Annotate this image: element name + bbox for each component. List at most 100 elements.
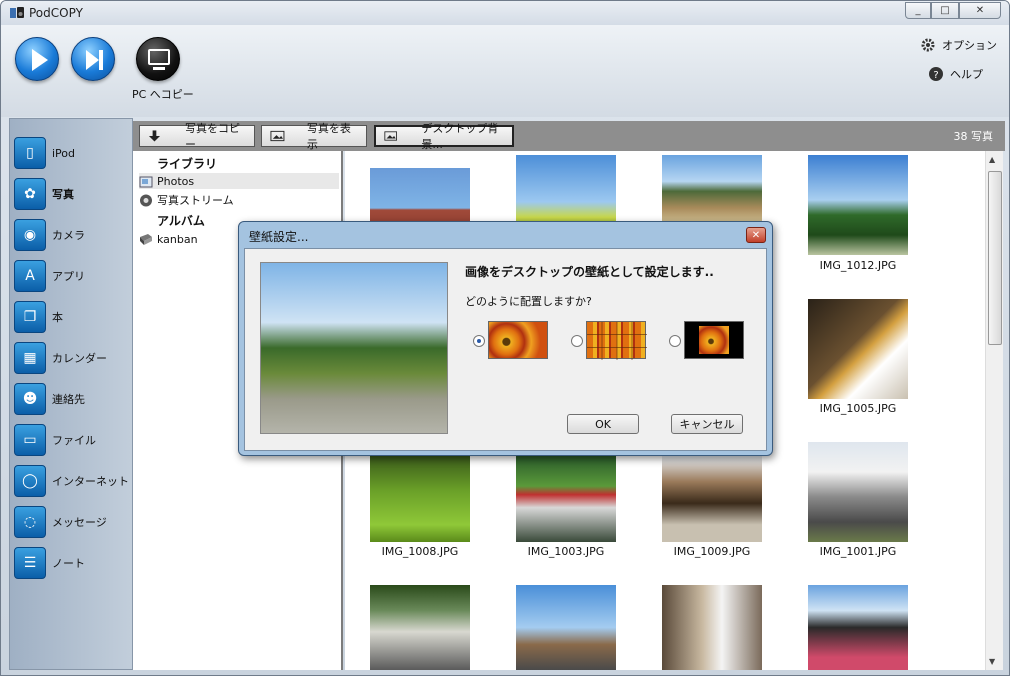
- center-flower-thumb: [699, 326, 729, 354]
- photo-caption: IMG_1003.JPG: [527, 545, 605, 558]
- sidebar-item-apps[interactable]: A アプリ: [14, 258, 85, 294]
- tree-item-photo-stream[interactable]: 写真ストリーム: [139, 192, 234, 208]
- pc-copy-button[interactable]: [136, 37, 180, 81]
- picture-icon: [270, 130, 285, 142]
- sidebar-item-calendar[interactable]: ▦ カレンダー: [14, 340, 107, 376]
- photo-caption: IMG_1009.JPG: [673, 545, 751, 558]
- book-icon: ❐: [14, 301, 46, 333]
- options-button[interactable]: オプション: [920, 37, 997, 53]
- ipod-icon: ▯: [14, 137, 46, 169]
- notes-icon: ☰: [14, 547, 46, 579]
- scroll-thumb[interactable]: [988, 171, 1002, 345]
- tile-option-radio[interactable]: [571, 335, 583, 347]
- photo-thumbnail[interactable]: [662, 585, 762, 670]
- cancel-button[interactable]: キャンセル: [671, 414, 743, 434]
- help-button[interactable]: ? ヘルプ: [928, 66, 983, 82]
- app-title: PodCOPY: [29, 6, 83, 20]
- tree-item-photos[interactable]: Photos: [139, 173, 339, 189]
- help-label: ヘルプ: [950, 68, 983, 81]
- sidebar: ▯ iPod ✿ 写真 ◉ カメラ A アプリ ❐ 本 ▦ カレンダー ☻ 連絡先 ▭ ファイル…: [9, 118, 133, 670]
- sidebar-item-internet[interactable]: ◯ インターネット: [14, 463, 129, 499]
- pc-copy-label: PC へコピー: [132, 88, 194, 101]
- dialog-close-button[interactable]: ✕: [746, 227, 766, 243]
- gear-icon: [921, 38, 935, 52]
- sidebar-item-label: iPod: [52, 146, 76, 160]
- sidebar-item-label: ノート: [52, 557, 85, 570]
- title-bar[interactable]: PodCOPY _ □ ✕: [1, 1, 1009, 25]
- maximize-button[interactable]: □: [931, 2, 959, 19]
- sidebar-item-label: アプリ: [52, 270, 85, 283]
- photo-thumbnail[interactable]: [808, 299, 908, 399]
- app-logo-icon: [10, 7, 24, 18]
- sidebar-item-contacts[interactable]: ☻ 連絡先: [14, 381, 85, 417]
- app-window: PodCOPY _ □ ✕ PC へコピー オプション ? ヘルプ ▯ iPod …: [0, 0, 1010, 676]
- dialog-message: 画像をデスクトップの壁紙として設定します..: [465, 265, 714, 279]
- sidebar-item-camera[interactable]: ◉ カメラ: [14, 217, 85, 253]
- ok-button[interactable]: OK: [567, 414, 639, 434]
- wallpaper-dialog: 壁紙設定... ✕ 画像をデスクトップの壁紙として設定します.. どのように配置…: [238, 221, 773, 456]
- sidebar-item-label: ファイル: [52, 434, 96, 447]
- calendar-icon: ▦: [14, 342, 46, 374]
- stretch-layout-icon[interactable]: [488, 321, 548, 359]
- photo-thumbnail[interactable]: [662, 456, 762, 542]
- arrow-down-icon: [148, 130, 161, 142]
- photo-thumbnail[interactable]: [370, 456, 470, 542]
- folder-icon: ▭: [14, 424, 46, 456]
- copy-photos-button[interactable]: 写真をコピー: [139, 122, 255, 151]
- photo-thumbnail[interactable]: [808, 155, 908, 255]
- photo-count: 38 写真: [953, 130, 994, 143]
- sidebar-item-label: 本: [52, 311, 63, 324]
- camera-icon: ◉: [14, 219, 46, 251]
- skip-next-icon: [86, 50, 103, 70]
- play-button[interactable]: [15, 37, 59, 81]
- sidebar-item-label: 連絡先: [52, 393, 85, 406]
- desktop-background-label: デスクトップ背景...: [421, 122, 499, 151]
- sidebar-item-label: カレンダー: [52, 352, 107, 365]
- tile-pattern-icon: [587, 322, 647, 360]
- copy-photos-label: 写真をコピー: [184, 122, 240, 151]
- action-bar: 写真をコピー 写真を表示 デスクトップ背景... 38 写真: [133, 121, 1005, 151]
- speech-bubble-icon: ◌: [14, 506, 46, 538]
- album-heading: アルバム: [157, 214, 205, 228]
- tree-item-label: kanban: [157, 232, 198, 246]
- photo-thumbnail[interactable]: [516, 585, 616, 670]
- dialog-title: 壁紙設定...: [249, 230, 309, 244]
- wallpaper-preview-image: [260, 262, 448, 434]
- picture-icon: [384, 131, 398, 141]
- dialog-question: どのように配置しますか?: [465, 295, 592, 308]
- close-button[interactable]: ✕: [959, 2, 1001, 19]
- tree-item-label: Photos: [157, 174, 195, 188]
- sidebar-item-files[interactable]: ▭ ファイル: [14, 422, 96, 458]
- scroll-up-arrow-icon[interactable]: ▲: [989, 155, 995, 164]
- desktop-background-button[interactable]: デスクトップ背景...: [374, 122, 514, 151]
- scroll-down-arrow-icon[interactable]: ▼: [989, 657, 995, 666]
- photo-thumbnail[interactable]: [516, 456, 616, 542]
- sidebar-item-label: インターネット: [52, 475, 129, 488]
- photo-thumbnail[interactable]: [808, 442, 908, 542]
- globe-icon: ◯: [14, 465, 46, 497]
- photo-thumbnail[interactable]: [662, 155, 762, 221]
- center-option-radio[interactable]: [669, 335, 681, 347]
- center-layout-icon[interactable]: [684, 321, 744, 359]
- svg-text:?: ?: [933, 70, 938, 81]
- next-button[interactable]: [71, 37, 115, 81]
- photo-thumbnail[interactable]: [370, 585, 470, 670]
- tree-item-kanban[interactable]: kanban: [139, 231, 198, 247]
- sidebar-item-notes[interactable]: ☰ ノート: [14, 545, 85, 581]
- photo-caption: IMG_1012.JPG: [819, 259, 897, 272]
- vertical-scrollbar[interactable]: ▲ ▼: [985, 151, 1003, 670]
- photo-thumbnail[interactable]: [808, 585, 908, 670]
- play-icon: [32, 49, 48, 71]
- contacts-icon: ☻: [14, 383, 46, 415]
- options-label: オプション: [942, 39, 997, 52]
- sidebar-item-photos[interactable]: ✿ 写真: [14, 176, 74, 212]
- show-photos-button[interactable]: 写真を表示: [261, 122, 367, 151]
- minimize-button[interactable]: _: [905, 2, 931, 19]
- sidebar-item-label: 写真: [52, 188, 74, 201]
- photo-caption: IMG_1008.JPG: [381, 545, 459, 558]
- sidebar-item-books[interactable]: ❐ 本: [14, 299, 63, 335]
- tile-layout-icon[interactable]: [586, 321, 647, 360]
- sidebar-item-messages[interactable]: ◌ メッセージ: [14, 504, 107, 540]
- stretch-option-radio[interactable]: [473, 335, 485, 347]
- sidebar-item-ipod[interactable]: ▯ iPod: [14, 135, 75, 171]
